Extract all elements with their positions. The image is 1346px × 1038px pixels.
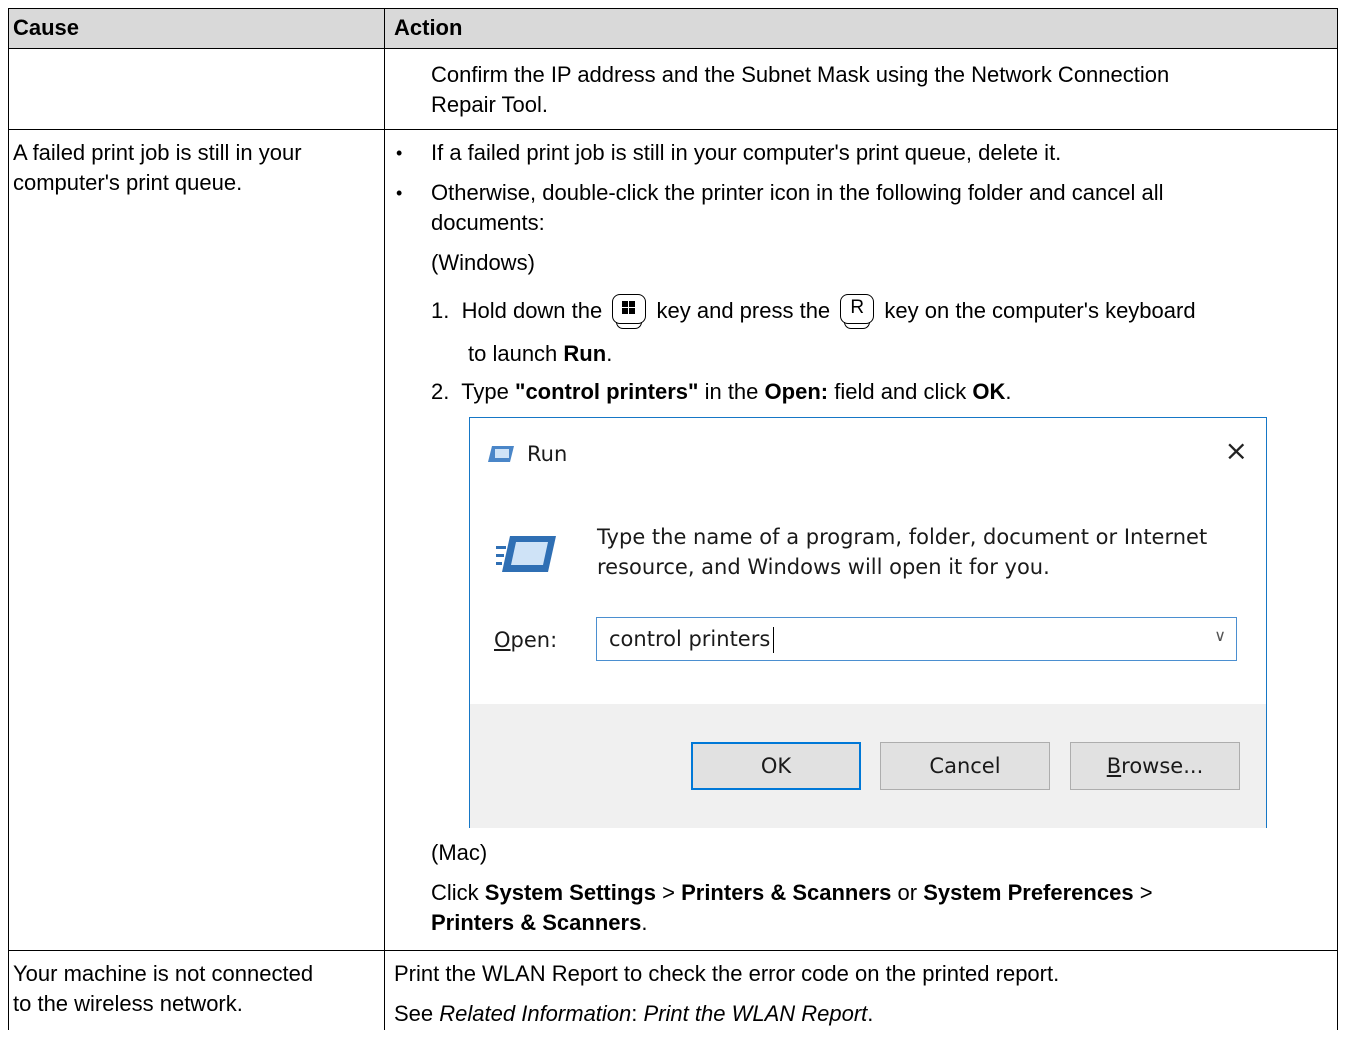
bullet1-text: If a failed print job is still in your c… [431, 140, 1062, 165]
run-app-icon [488, 444, 516, 469]
row3-cause-line2: to the wireless network. [13, 991, 243, 1016]
header-divider [8, 48, 1338, 49]
column-header-action: Action [394, 15, 463, 40]
browse-button[interactable]: Browse... [1070, 742, 1240, 790]
troubleshooting-table: Cause Action Confirm the IP address and … [8, 8, 1338, 1038]
row1-action-line1: Confirm the IP address and the Subnet Ma… [431, 62, 1170, 87]
cancel-button[interactable]: Cancel [880, 742, 1050, 790]
windows-label: (Windows) [431, 250, 535, 275]
step2-line: 2. Type "control printers" in the Open: … [431, 379, 1012, 404]
column-divider [384, 8, 385, 1030]
mac-label: (Mac) [431, 840, 488, 865]
row3-see-line: See Related Information: Print the WLAN … [394, 1001, 874, 1026]
ok-button[interactable]: OK [691, 742, 861, 790]
close-icon[interactable]: × [1225, 434, 1248, 467]
dialog-title: Run [527, 442, 568, 466]
row3-action-line1: Print the WLAN Report to check the error… [394, 961, 1060, 986]
bullet-icon: • [396, 143, 403, 163]
step1-number: 1. [431, 298, 450, 323]
r-key-icon: R [840, 294, 875, 330]
windows-key-icon [612, 294, 647, 330]
table-border-top [8, 8, 1338, 9]
mac-line2: Printers & Scanners. [431, 910, 648, 935]
mac-line1: Click System Settings > Printers & Scann… [431, 880, 1153, 905]
step1-line1: 1. Hold down the key and press the R key… [431, 294, 1196, 330]
step2-number: 2. [431, 379, 450, 404]
run-large-icon [496, 532, 560, 581]
related-information-text: Related Information [439, 1001, 632, 1026]
row1-action-line2: Repair Tool. [431, 92, 548, 117]
open-input[interactable]: control printers ∨ [596, 617, 1237, 661]
column-header-cause: Cause [13, 15, 80, 40]
run-dialog: Run × Type the name of a program, folder… [469, 417, 1267, 828]
table-border-right [1337, 8, 1338, 1030]
step1-line2: to launch Run. [468, 341, 613, 366]
dialog-description: Type the name of a program, folder, docu… [597, 525, 1208, 579]
table-header [8, 8, 1338, 48]
row2-cause-line2: computer's print queue. [13, 170, 243, 195]
open-input-value: control printers [609, 627, 771, 651]
table-border-left [8, 8, 9, 1030]
text-caret [773, 627, 774, 653]
row3-cause-line1: Your machine is not connected [13, 961, 314, 986]
bullet2-line1: Otherwise, double-click the printer icon… [431, 180, 1164, 205]
bullet-icon: • [396, 183, 403, 203]
open-label: Open: [494, 628, 558, 652]
row-divider-1 [8, 129, 1338, 130]
row-divider-2 [8, 950, 1338, 951]
wlan-report-link[interactable]: Print the WLAN Report [644, 1001, 868, 1026]
chevron-down-icon[interactable]: ∨ [1214, 626, 1226, 645]
row2-cause-line1: A failed print job is still in your [13, 140, 302, 165]
bullet2-line2: documents: [431, 210, 545, 235]
